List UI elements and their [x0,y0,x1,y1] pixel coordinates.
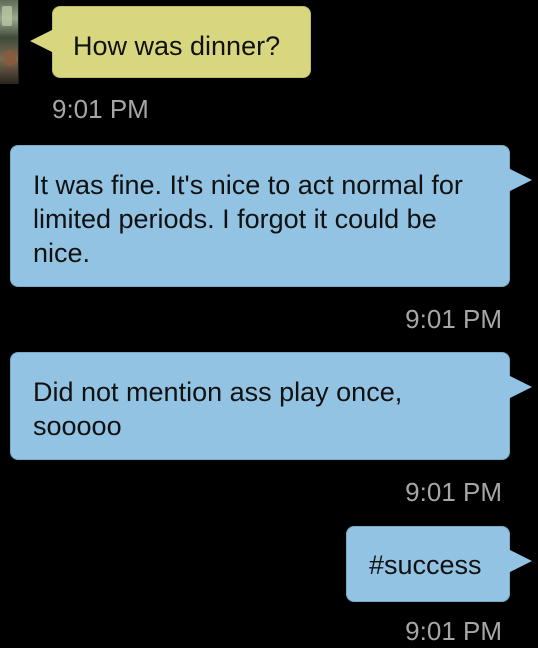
bubble-tail [508,168,532,192]
avatar-photo-detail [2,6,12,26]
message-bubble-outgoing[interactable]: #success [346,526,532,602]
message-timestamp: 9:01 PM [405,304,502,334]
message-timestamp: 9:01 PM [405,477,502,507]
message-text: Did not mention ass play once, sooooo [33,377,403,441]
message-bubble-outgoing[interactable]: It was fine. It's nice to act normal for… [10,145,532,287]
bubble-tail [508,375,532,399]
contact-avatar[interactable] [0,0,19,84]
avatar-photo-detail [4,50,16,66]
message-timestamp: 9:01 PM [52,94,149,124]
message-timestamp: 9:01 PM [405,616,502,646]
bubble-tail [30,29,54,53]
message-bubble-incoming[interactable]: How was dinner? [30,6,311,78]
message-bubble-outgoing[interactable]: Did not mention ass play once, sooooo [10,352,532,460]
message-text: It was fine. It's nice to act normal for… [33,170,463,268]
message-text: #success [369,550,482,580]
bubble-tail [508,549,532,573]
message-text: How was dinner? [73,31,281,61]
